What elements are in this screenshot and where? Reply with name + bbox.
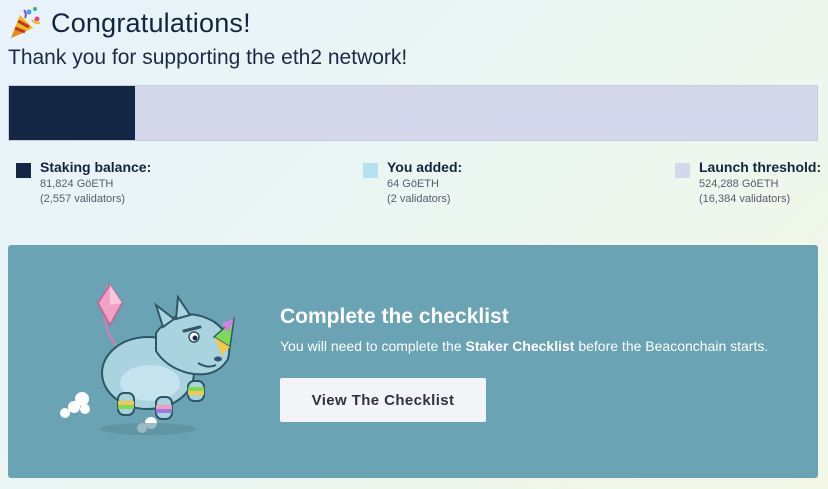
legend-label: Launch threshold:	[699, 159, 822, 175]
view-checklist-button[interactable]: View The Checklist	[280, 378, 486, 422]
legend-swatch-staking	[16, 163, 31, 178]
party-popper-icon	[11, 7, 41, 38]
legend-label: You added:	[387, 159, 463, 175]
staker-checklist-emphasis: Staker Checklist	[465, 338, 575, 354]
checklist-title: Complete the checklist	[280, 305, 509, 328]
checklist-text-before: You will need to complete the	[280, 338, 466, 354]
legend-label: Staking balance:	[40, 159, 152, 175]
progress-fill-staking	[9, 86, 136, 140]
legend-amount: 524,288 GöETH	[699, 178, 779, 190]
progress-fill-added	[135, 86, 137, 140]
legend-validators: (2 validators)	[387, 193, 451, 205]
leslie-rhino-illustration	[60, 283, 236, 435]
page-title: Congratulations!	[51, 7, 251, 38]
checklist-card: Complete the checklist You will need to …	[8, 245, 818, 478]
legend-swatch-added	[363, 163, 378, 178]
staking-progress-bar	[8, 85, 818, 141]
legend-swatch-threshold	[675, 163, 690, 178]
checklist-description: You will need to complete the Staker Che…	[280, 338, 768, 354]
legend-added: You added: 64 GöETH (2 validators)	[363, 159, 462, 205]
legend-amount: 64 GöETH	[387, 178, 439, 190]
legend-threshold: Launch threshold: 524,288 GöETH (16,384 …	[675, 159, 821, 205]
header: Congratulations! Thank you for supportin…	[8, 4, 407, 70]
legend-staking: Staking balance: 81,824 GöETH (2,557 val…	[16, 159, 151, 205]
legend-validators: (16,384 validators)	[699, 193, 791, 205]
legend-amount: 81,824 GöETH	[40, 178, 114, 190]
legend-validators: (2,557 validators)	[40, 193, 125, 205]
page-subtitle: Thank you for supporting the eth2 networ…	[8, 46, 408, 69]
checklist-text-after: before the Beaconchain starts.	[574, 338, 769, 354]
title-row: Congratulations!	[8, 4, 407, 42]
